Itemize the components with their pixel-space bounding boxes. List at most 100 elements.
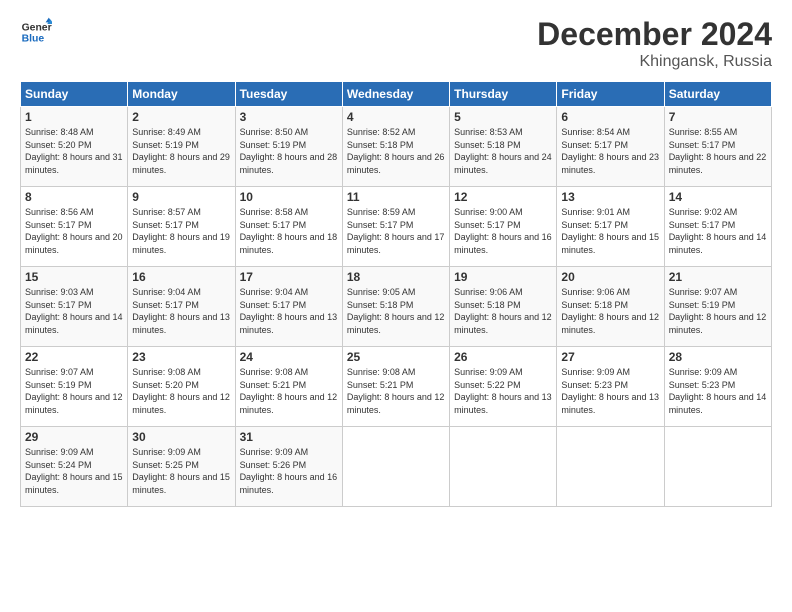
day-number: 29 xyxy=(25,430,123,444)
day-number: 11 xyxy=(347,190,445,204)
day-info: Sunrise: 9:09 AMSunset: 5:26 PMDaylight:… xyxy=(240,446,338,496)
table-row: 28Sunrise: 9:09 AMSunset: 5:23 PMDayligh… xyxy=(664,347,771,427)
day-info: Sunrise: 8:59 AMSunset: 5:17 PMDaylight:… xyxy=(347,206,445,256)
day-info: Sunrise: 9:08 AMSunset: 5:20 PMDaylight:… xyxy=(132,366,230,416)
svg-text:Blue: Blue xyxy=(22,34,45,45)
table-row: 31 Sunrise: 9:09 AMSunset: 5:26 PMDayligh… xyxy=(235,427,342,507)
day-info: Sunrise: 8:55 AMSunset: 5:17 PMDaylight:… xyxy=(669,126,767,176)
day-number: 22 xyxy=(25,350,123,364)
calendar-week-5: 29 Sunrise: 9:09 AMSunset: 5:24 PMDayligh… xyxy=(21,427,772,507)
svg-text:General: General xyxy=(22,22,52,33)
header-row: Sunday Monday Tuesday Wednesday Thursday… xyxy=(21,82,772,107)
table-row: 27 Sunrise: 9:09 AMSunset: 5:23 PMDayligh… xyxy=(557,347,664,427)
day-info: Sunrise: 8:56 AMSunset: 5:17 PMDaylight:… xyxy=(25,206,123,256)
table-row: 21 Sunrise: 9:07 AMSunset: 5:19 PMDayligh… xyxy=(664,267,771,347)
day-number: 24 xyxy=(240,350,338,364)
table-row xyxy=(342,427,449,507)
day-number: 13 xyxy=(561,190,659,204)
col-monday: Monday xyxy=(128,82,235,107)
day-number: 30 xyxy=(132,430,230,444)
day-number: 16 xyxy=(132,270,230,284)
table-row xyxy=(450,427,557,507)
table-row: 11 Sunrise: 8:59 AMSunset: 5:17 PMDayligh… xyxy=(342,187,449,267)
table-row: 17Sunrise: 9:04 AMSunset: 5:17 PMDayligh… xyxy=(235,267,342,347)
day-info: Sunrise: 9:09 AMSunset: 5:24 PMDaylight:… xyxy=(25,446,123,496)
col-saturday: Saturday xyxy=(664,82,771,107)
day-number: 5 xyxy=(454,110,552,124)
day-info: Sunrise: 9:08 AMSunset: 5:21 PMDaylight:… xyxy=(347,366,445,416)
day-info: Sunrise: 9:09 AMSunset: 5:23 PMDaylight:… xyxy=(669,366,767,416)
day-info: Sunrise: 8:54 AMSunset: 5:17 PMDaylight:… xyxy=(561,126,659,176)
table-row: 24 Sunrise: 9:08 AMSunset: 5:21 PMDayligh… xyxy=(235,347,342,427)
table-row: 5 Sunrise: 8:53 AMSunset: 5:18 PMDaylight… xyxy=(450,107,557,187)
col-friday: Friday xyxy=(557,82,664,107)
day-number: 4 xyxy=(347,110,445,124)
day-number: 10 xyxy=(240,190,338,204)
table-row: 8 Sunrise: 8:56 AMSunset: 5:17 PMDaylight… xyxy=(21,187,128,267)
day-info: Sunrise: 9:02 AMSunset: 5:17 PMDaylight:… xyxy=(669,206,767,256)
table-row: 12Sunrise: 9:00 AMSunset: 5:17 PMDayligh… xyxy=(450,187,557,267)
day-info: Sunrise: 9:07 AMSunset: 5:19 PMDaylight:… xyxy=(25,366,123,416)
day-info: Sunrise: 9:09 AMSunset: 5:23 PMDaylight:… xyxy=(561,366,659,416)
day-info: Sunrise: 8:58 AMSunset: 5:17 PMDaylight:… xyxy=(240,206,338,256)
day-number: 15 xyxy=(25,270,123,284)
day-info: Sunrise: 9:05 AMSunset: 5:18 PMDaylight:… xyxy=(347,286,445,336)
day-info: Sunrise: 8:49 AMSunset: 5:19 PMDaylight:… xyxy=(132,126,230,176)
day-info: Sunrise: 9:08 AMSunset: 5:21 PMDaylight:… xyxy=(240,366,338,416)
month-title: December 2024 xyxy=(537,16,772,53)
day-info: Sunrise: 9:04 AMSunset: 5:17 PMDaylight:… xyxy=(132,286,230,336)
day-info: Sunrise: 8:57 AMSunset: 5:17 PMDaylight:… xyxy=(132,206,230,256)
day-info: Sunrise: 9:01 AMSunset: 5:17 PMDaylight:… xyxy=(561,206,659,256)
day-number: 17 xyxy=(240,270,338,284)
table-row: 7 Sunrise: 8:55 AMSunset: 5:17 PMDaylight… xyxy=(664,107,771,187)
calendar-week-1: 1 Sunrise: 8:48 AMSunset: 5:20 PMDaylight… xyxy=(21,107,772,187)
day-number: 8 xyxy=(25,190,123,204)
logo-icon: General Blue xyxy=(20,16,52,48)
col-tuesday: Tuesday xyxy=(235,82,342,107)
day-info: Sunrise: 8:53 AMSunset: 5:18 PMDaylight:… xyxy=(454,126,552,176)
day-info: Sunrise: 9:09 AMSunset: 5:22 PMDaylight:… xyxy=(454,366,552,416)
table-row: 23Sunrise: 9:08 AMSunset: 5:20 PMDayligh… xyxy=(128,347,235,427)
day-info: Sunrise: 8:48 AMSunset: 5:20 PMDaylight:… xyxy=(25,126,123,176)
table-row: 18 Sunrise: 9:05 AMSunset: 5:18 PMDayligh… xyxy=(342,267,449,347)
day-number: 1 xyxy=(25,110,123,124)
title-block: December 2024 Khingansk, Russia xyxy=(537,16,772,71)
day-number: 20 xyxy=(561,270,659,284)
location: Khingansk, Russia xyxy=(537,53,772,71)
table-row: 25Sunrise: 9:08 AMSunset: 5:21 PMDayligh… xyxy=(342,347,449,427)
table-row: 20Sunrise: 9:06 AMSunset: 5:18 PMDayligh… xyxy=(557,267,664,347)
table-row: 6 Sunrise: 8:54 AMSunset: 5:17 PMDaylight… xyxy=(557,107,664,187)
table-row: 22 Sunrise: 9:07 AMSunset: 5:19 PMDayligh… xyxy=(21,347,128,427)
table-row: 9 Sunrise: 8:57 AMSunset: 5:17 PMDaylight… xyxy=(128,187,235,267)
table-row: 19Sunrise: 9:06 AMSunset: 5:18 PMDayligh… xyxy=(450,267,557,347)
day-number: 6 xyxy=(561,110,659,124)
day-number: 14 xyxy=(669,190,767,204)
day-info: Sunrise: 9:06 AMSunset: 5:18 PMDaylight:… xyxy=(454,286,552,336)
table-row: 14 Sunrise: 9:02 AMSunset: 5:17 PMDayligh… xyxy=(664,187,771,267)
table-row: 30Sunrise: 9:09 AMSunset: 5:25 PMDayligh… xyxy=(128,427,235,507)
day-number: 27 xyxy=(561,350,659,364)
day-number: 12 xyxy=(454,190,552,204)
day-number: 26 xyxy=(454,350,552,364)
day-number: 31 xyxy=(240,430,338,444)
table-row xyxy=(664,427,771,507)
day-number: 7 xyxy=(669,110,767,124)
col-thursday: Thursday xyxy=(450,82,557,107)
table-row: 15Sunrise: 9:03 AMSunset: 5:17 PMDayligh… xyxy=(21,267,128,347)
day-number: 21 xyxy=(669,270,767,284)
table-row: 16 Sunrise: 9:04 AMSunset: 5:17 PMDayligh… xyxy=(128,267,235,347)
table-row: 2 Sunrise: 8:49 AMSunset: 5:19 PMDaylight… xyxy=(128,107,235,187)
table-row: 1 Sunrise: 8:48 AMSunset: 5:20 PMDaylight… xyxy=(21,107,128,187)
table-row: 3Sunrise: 8:50 AMSunset: 5:19 PMDaylight… xyxy=(235,107,342,187)
table-row: 29 Sunrise: 9:09 AMSunset: 5:24 PMDayligh… xyxy=(21,427,128,507)
day-number: 9 xyxy=(132,190,230,204)
day-number: 3 xyxy=(240,110,338,124)
calendar-week-2: 8 Sunrise: 8:56 AMSunset: 5:17 PMDaylight… xyxy=(21,187,772,267)
col-sunday: Sunday xyxy=(21,82,128,107)
day-info: Sunrise: 9:07 AMSunset: 5:19 PMDaylight:… xyxy=(669,286,767,336)
day-info: Sunrise: 8:52 AMSunset: 5:18 PMDaylight:… xyxy=(347,126,445,176)
logo: General Blue xyxy=(20,16,52,48)
header: General Blue December 2024 Khingansk, Ru… xyxy=(20,16,772,71)
day-number: 18 xyxy=(347,270,445,284)
day-number: 2 xyxy=(132,110,230,124)
